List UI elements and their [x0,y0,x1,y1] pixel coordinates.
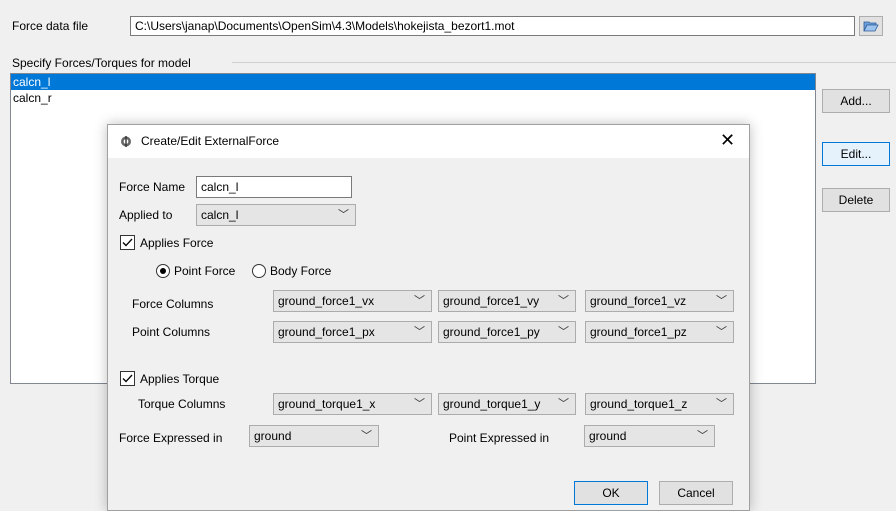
point-expressed-value: ground [589,429,627,443]
applies-torque-label: Applies Torque [140,372,220,386]
force-data-file-label: Force data file [12,19,89,33]
chevron-down-icon: ﹀ [558,398,569,410]
chevron-down-icon: ﹀ [558,326,569,338]
body-force-radio[interactable] [252,264,266,278]
forces-group-title: Specify Forces/Torques for model [12,56,191,70]
torque-column-z-select[interactable]: ground_torque1_z ﹀ [585,393,734,415]
torque-column-y-value: ground_torque1_y [443,397,541,411]
chevron-down-icon: ﹀ [716,398,727,410]
point-column-y-select[interactable]: ground_force1_py ﹀ [438,321,576,343]
force-data-file-input[interactable]: C:\Users\janap\Documents\OpenSim\4.3\Mod… [130,16,855,36]
dialog-titlebar: Create/Edit ExternalForce ✕ [108,125,749,158]
cancel-button[interactable]: Cancel [659,481,733,505]
applied-to-select[interactable]: calcn_l ﹀ [196,204,356,226]
radio-selected-dot [160,268,166,274]
point-column-z-select[interactable]: ground_force1_pz ﹀ [585,321,734,343]
body-force-label: Body Force [270,264,332,278]
chevron-down-icon: ﹀ [338,209,349,221]
chevron-down-icon: ﹀ [716,295,727,307]
close-icon[interactable]: ✕ [720,130,735,150]
force-expressed-select[interactable]: ground ﹀ [249,425,379,447]
torque-column-y-select[interactable]: ground_torque1_y ﹀ [438,393,576,415]
torque-column-x-value: ground_torque1_x [278,397,376,411]
force-column-y-select[interactable]: ground_force1_vy ﹀ [438,290,576,312]
checkmark-icon [122,238,133,247]
force-column-x-value: ground_force1_vx [278,294,375,308]
applies-torque-checkbox[interactable] [120,371,135,386]
force-name-label: Force Name [119,180,186,194]
chevron-down-icon: ﹀ [558,295,569,307]
chevron-down-icon: ﹀ [414,398,425,410]
force-column-y-value: ground_force1_vy [443,294,540,308]
applies-force-label: Applies Force [140,236,214,250]
torque-column-z-value: ground_torque1_z [590,397,688,411]
point-column-x-select[interactable]: ground_force1_px ﹀ [273,321,432,343]
point-expressed-select[interactable]: ground ﹀ [584,425,715,447]
force-name-input[interactable]: calcn_l [196,176,352,198]
force-column-z-value: ground_force1_vz [590,294,687,308]
dialog-title: Create/Edit ExternalForce [141,134,280,148]
ok-button[interactable]: OK [574,481,648,505]
point-force-label: Point Force [174,264,236,278]
chevron-down-icon: ﹀ [414,326,425,338]
list-item[interactable]: calcn_r [11,90,815,106]
opensim-icon [121,136,131,147]
point-expressed-label: Point Expressed in [449,431,550,445]
checkmark-icon [122,374,133,383]
edit-button[interactable]: Edit... [822,142,890,166]
force-column-x-select[interactable]: ground_force1_vx ﹀ [273,290,432,312]
point-force-radio[interactable] [156,264,170,278]
chevron-down-icon: ﹀ [716,326,727,338]
delete-button[interactable]: Delete [822,188,890,212]
force-expressed-value: ground [254,429,292,443]
add-button[interactable]: Add... [822,89,890,113]
applied-to-label: Applied to [119,208,173,222]
browse-button[interactable] [859,16,883,36]
applied-to-value: calcn_l [201,208,239,222]
group-divider [232,62,896,63]
external-force-dialog: Create/Edit ExternalForce ✕ Force Name c… [107,124,750,511]
torque-columns-label: Torque Columns [138,397,226,411]
torque-column-x-select[interactable]: ground_torque1_x ﹀ [273,393,432,415]
force-column-z-select[interactable]: ground_force1_vz ﹀ [585,290,734,312]
list-item[interactable]: calcn_l [11,74,815,90]
chevron-down-icon: ﹀ [361,430,372,442]
point-columns-label: Point Columns [132,325,211,339]
force-columns-label: Force Columns [132,297,214,311]
applies-force-checkbox[interactable] [120,235,135,250]
point-column-y-value: ground_force1_py [443,325,540,339]
point-column-x-value: ground_force1_px [278,325,375,339]
chevron-down-icon: ﹀ [697,430,708,442]
chevron-down-icon: ﹀ [414,295,425,307]
force-expressed-label: Force Expressed in [119,431,223,445]
folder-open-icon [863,21,879,32]
point-column-z-value: ground_force1_pz [590,325,687,339]
